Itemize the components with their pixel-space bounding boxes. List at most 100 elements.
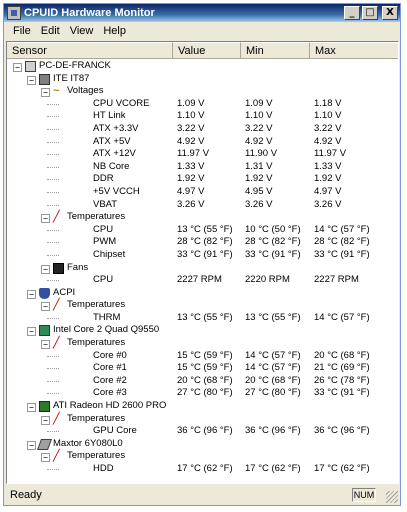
tree-node[interactable]: − ATI Radeon HD 2600 PRO — [7, 400, 398, 413]
gpu-icon — [39, 401, 50, 413]
collapse-toggle[interactable]: − — [27, 327, 36, 337]
sensor-label: HDD — [93, 463, 114, 474]
tree-connector — [47, 355, 59, 357]
tree-connector — [47, 141, 59, 143]
collapse-toggle[interactable]: − — [41, 453, 50, 463]
collapse-toggle[interactable]: − — [41, 415, 50, 425]
menu-view[interactable]: View — [65, 23, 99, 40]
tree-connector — [47, 179, 59, 181]
sensor-row[interactable]: CPU VCORE 1.09 V 1.09 V 1.18 V — [7, 98, 398, 111]
tree-connector — [47, 154, 59, 156]
collapse-toggle[interactable]: − — [41, 302, 50, 312]
sensor-max: 28 °C (82 °F) — [314, 236, 370, 248]
sensor-min: 33 °C (91 °F) — [245, 248, 301, 260]
sensor-max: 4.92 V — [314, 135, 342, 147]
sensor-row[interactable]: Core #1 15 °C (59 °F) 14 °C (57 °F) 21 °C (… — [7, 362, 398, 375]
hdd-icon — [36, 438, 53, 450]
sensor-value: 27 °C (80 °F) — [177, 387, 233, 399]
tree-node[interactable]: − ╱ Temperatures — [7, 412, 398, 426]
collapse-toggle[interactable]: − — [27, 403, 36, 413]
sensor-label: Core #1 — [93, 362, 127, 374]
sensor-label: Core #3 — [93, 387, 127, 399]
sensor-value: 4.97 V — [177, 185, 205, 197]
menu-edit[interactable]: Edit — [36, 23, 65, 40]
minimize-button[interactable]: _ — [344, 6, 360, 20]
tree-connector — [47, 204, 59, 206]
tree-node[interactable]: − Maxtor 6Y080L0 — [7, 437, 398, 451]
sensor-label: ATX +12V — [93, 148, 136, 160]
sensor-row[interactable]: Core #2 20 °C (68 °F) 20 °C (68 °F) 26 °C (… — [7, 374, 398, 388]
sensor-value: 11.97 V — [177, 148, 210, 160]
sensor-row[interactable]: THRM 13 °C (55 °F) 13 °C (55 °F) 14 °C (57 … — [7, 312, 398, 325]
sensor-row[interactable]: HDD 17 °C (62 °F) 17 °C (62 °F) 17 °C (62 °… — [7, 463, 398, 476]
tree-node-label: Maxtor 6Y080L0 — [53, 437, 123, 449]
collapse-toggle[interactable]: − — [41, 264, 50, 274]
sensor-min: 14 °C (57 °F) — [245, 349, 301, 361]
computer-icon — [25, 61, 36, 72]
title-bar[interactable]: CPUID Hardware Monitor _ □ X — [4, 4, 400, 22]
collapse-toggle[interactable]: − — [41, 214, 50, 224]
sensor-row[interactable]: GPU Core 36 °C (96 °F) 36 °C (96 °F) 36 °C … — [7, 425, 398, 438]
column-header-value[interactable]: Value — [173, 42, 241, 59]
sensor-row[interactable]: Core #0 15 °C (59 °F) 14 °C (57 °F) 20 °C (… — [7, 349, 398, 363]
sensor-row[interactable]: NB Core 1.33 V 1.31 V 1.33 V — [7, 161, 398, 174]
tree-node-label: ITE IT87 — [53, 72, 90, 84]
sensor-tree-view[interactable]: Sensor Value Min Max − PC-DE-FRANCK − ITE I… — [6, 41, 399, 484]
tree-node-label: Temperatures — [67, 412, 126, 424]
sensor-row[interactable]: VBAT 3.26 V 3.26 V 3.26 V — [7, 199, 398, 212]
close-button[interactable]: X — [382, 6, 398, 20]
status-bar: Ready NUM — [4, 485, 400, 505]
window-controls: _ □ X — [344, 6, 398, 20]
sensor-row[interactable]: +5V VCCH 4.97 V 4.95 V 4.97 V — [7, 185, 398, 199]
collapse-toggle[interactable]: − — [41, 340, 50, 350]
collapse-toggle[interactable]: − — [27, 440, 36, 450]
collapse-toggle[interactable]: − — [27, 289, 36, 299]
tree-node[interactable]: − ╱ Temperatures — [7, 450, 398, 463]
collapse-toggle[interactable]: − — [27, 75, 36, 85]
collapse-toggle[interactable]: − — [13, 63, 22, 72]
tree-connector — [47, 128, 59, 130]
sensor-row[interactable]: PWM 28 °C (82 °F) 28 °C (82 °F) 28 °C (82 °… — [7, 236, 398, 249]
column-header-sensor[interactable]: Sensor — [7, 42, 173, 59]
sensor-min: 11.90 V — [245, 148, 278, 160]
resize-grip[interactable] — [386, 491, 398, 503]
sensor-max: 26 °C (78 °F) — [314, 374, 370, 386]
sensor-min: 20 °C (68 °F) — [245, 374, 301, 386]
sensor-row[interactable]: ATX +5V 4.92 V 4.92 V 4.92 V — [7, 135, 398, 149]
menu-help[interactable]: Help — [98, 23, 131, 40]
collapse-toggle[interactable]: − — [41, 88, 50, 98]
sensor-min: 4.95 V — [245, 185, 273, 197]
tree-node-label: Fans — [67, 261, 89, 273]
sensor-row[interactable]: Core #3 27 °C (80 °F) 27 °C (80 °F) 33 °C (… — [7, 387, 398, 400]
sensor-min: 14 °C (57 °F) — [245, 362, 301, 374]
sensor-row[interactable]: DDR 1.92 V 1.92 V 1.92 V — [7, 173, 398, 186]
sensor-row[interactable]: Chipset 33 °C (91 °F) 33 °C (91 °F) 33 °C (… — [7, 248, 398, 262]
sensor-row[interactable]: ATX +12V 11.97 V 11.90 V 11.97 V — [7, 148, 398, 161]
menu-file[interactable]: File — [8, 23, 36, 40]
sensor-row[interactable]: HT Link 1.10 V 1.10 V 1.10 V — [7, 110, 398, 123]
cpu-icon — [39, 325, 50, 337]
sensor-max: 2227 RPM — [314, 274, 359, 286]
tree-node-label: Voltages — [67, 85, 104, 97]
tree-node[interactable]: − ╱ Temperatures — [7, 299, 398, 312]
tree-node[interactable]: − Intel Core 2 Quad Q9550 — [7, 324, 398, 337]
tree-node[interactable]: − ~ Voltages — [7, 85, 398, 98]
window-title: CPUID Hardware Monitor — [24, 7, 155, 19]
tree-node-label: Temperatures — [67, 211, 126, 223]
tree-node[interactable]: − ╱ Temperatures — [7, 211, 398, 224]
tree-node[interactable]: − ITE IT87 — [7, 72, 398, 86]
tree-node[interactable]: − PC-DE-FRANCK — [7, 60, 398, 73]
maximize-button[interactable]: □ — [362, 6, 378, 20]
tree-node[interactable]: − ACPI — [7, 287, 398, 300]
voltage-icon: ~ — [53, 85, 60, 98]
tree-node[interactable]: − ╱ Temperatures — [7, 337, 398, 350]
column-header-max[interactable]: Max — [310, 42, 398, 59]
column-header-min[interactable]: Min — [241, 42, 310, 59]
app-window: CPUID Hardware Monitor _ □ X File Edit V… — [3, 3, 401, 506]
sensor-row[interactable]: ATX +3.3V 3.22 V 3.22 V 3.22 V — [7, 123, 398, 136]
sensor-row[interactable]: CPU 13 °C (55 °F) 10 °C (50 °F) 14 °C (57 °… — [7, 224, 398, 237]
tree-node[interactable]: − Fans — [7, 261, 398, 275]
sensor-value: 4.92 V — [177, 135, 205, 147]
sensor-row[interactable]: CPU 2227 RPM 2220 RPM 2227 RPM — [7, 274, 398, 287]
status-text: Ready — [10, 489, 42, 501]
